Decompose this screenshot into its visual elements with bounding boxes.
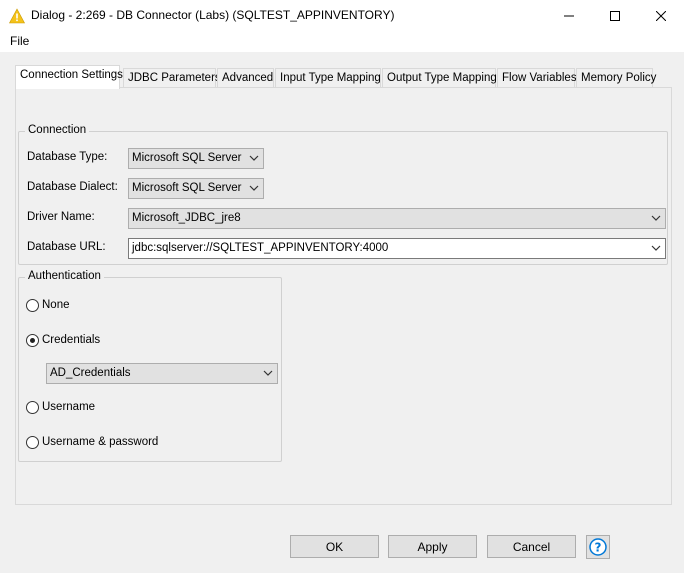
tab-memory-policy[interactable]: Memory Policy bbox=[576, 68, 657, 88]
tab-label: Advanced bbox=[222, 72, 274, 84]
radio-button[interactable] bbox=[26, 400, 39, 414]
window-title: Dialog - 2:269 - DB Connector (Labs) (SQ… bbox=[31, 8, 395, 22]
auth-username-label: Username bbox=[42, 401, 96, 413]
help-question-icon: ? bbox=[589, 538, 607, 556]
database-dialect-label: Database Dialect: bbox=[27, 181, 118, 193]
tab-advanced[interactable]: Advanced bbox=[217, 68, 274, 88]
tab-connection-settings[interactable]: Connection Settings bbox=[15, 65, 123, 89]
menu-bar: File bbox=[0, 32, 684, 52]
connection-group: Connection Database Type: Microsoft SQL … bbox=[18, 124, 668, 265]
minimize-icon bbox=[564, 15, 574, 17]
apply-button[interactable]: Apply bbox=[388, 535, 477, 558]
driver-name-label: Driver Name: bbox=[27, 211, 95, 223]
database-dialect-select[interactable]: Microsoft SQL Server bbox=[128, 178, 264, 199]
radio-button[interactable] bbox=[26, 298, 39, 312]
chevron-down-icon bbox=[249, 155, 259, 161]
cancel-button[interactable]: Cancel bbox=[487, 535, 576, 558]
chevron-down-icon bbox=[651, 245, 661, 251]
svg-text:?: ? bbox=[595, 541, 602, 555]
chevron-down-icon bbox=[263, 370, 273, 376]
tab-label: Connection Settings bbox=[20, 69, 123, 81]
connection-legend: Connection bbox=[25, 124, 90, 136]
help-button[interactable]: ? bbox=[586, 535, 610, 559]
apply-label: Apply bbox=[417, 539, 448, 554]
menu-file[interactable]: File bbox=[10, 34, 29, 48]
close-button[interactable] bbox=[638, 0, 684, 32]
authentication-group: Authentication None Credentials AD_Crede… bbox=[18, 270, 282, 462]
cancel-label: Cancel bbox=[512, 539, 551, 554]
minimize-button[interactable] bbox=[546, 0, 592, 32]
auth-none-label: None bbox=[42, 299, 70, 311]
database-url-label: Database URL: bbox=[27, 241, 106, 253]
auth-username-password-label: Username & password bbox=[42, 436, 159, 448]
chevron-down-icon bbox=[651, 215, 661, 221]
tab-label: Memory Policy bbox=[581, 72, 657, 84]
ok-button[interactable]: OK bbox=[290, 535, 379, 558]
database-type-label: Database Type: bbox=[27, 151, 108, 163]
credentials-select[interactable]: AD_Credentials bbox=[46, 363, 278, 384]
auth-none-radio[interactable]: None bbox=[26, 297, 70, 313]
tab-label: JDBC Parameters bbox=[128, 72, 221, 84]
knime-warning-triangle-icon bbox=[9, 8, 25, 24]
driver-name-value: Microsoft_JDBC_jre8 bbox=[132, 212, 241, 224]
connection-settings-panel: Connection Database Type: Microsoft SQL … bbox=[15, 87, 672, 505]
database-url-value: jdbc:sqlserver://SQLTEST_APPINVENTORY:40… bbox=[132, 242, 389, 254]
tab-input-type-mapping[interactable]: Input Type Mapping bbox=[275, 68, 381, 88]
auth-credentials-label: Credentials bbox=[42, 334, 101, 346]
auth-username-password-radio[interactable]: Username & password bbox=[26, 434, 158, 450]
auth-username-radio[interactable]: Username bbox=[26, 399, 95, 415]
database-dialect-value: Microsoft SQL Server bbox=[132, 182, 242, 194]
database-type-value: Microsoft SQL Server bbox=[132, 152, 242, 164]
auth-credentials-radio[interactable]: Credentials bbox=[26, 332, 100, 348]
tab-jdbc-parameters[interactable]: JDBC Parameters bbox=[123, 68, 221, 88]
maximize-icon bbox=[610, 11, 620, 21]
tab-label: Input Type Mapping bbox=[280, 72, 381, 84]
radio-button[interactable] bbox=[26, 333, 39, 347]
authentication-legend: Authentication bbox=[25, 270, 104, 282]
chevron-down-icon bbox=[249, 185, 259, 191]
tab-label: Output Type Mapping bbox=[387, 72, 497, 84]
driver-name-select[interactable]: Microsoft_JDBC_jre8 bbox=[128, 208, 666, 229]
credentials-value: AD_Credentials bbox=[50, 367, 131, 379]
database-url-combo[interactable]: jdbc:sqlserver://SQLTEST_APPINVENTORY:40… bbox=[128, 238, 666, 259]
tab-flow-variables[interactable]: Flow Variables bbox=[497, 68, 577, 88]
radio-button[interactable] bbox=[26, 435, 39, 449]
title-bar: Dialog - 2:269 - DB Connector (Labs) (SQ… bbox=[0, 0, 684, 32]
maximize-button[interactable] bbox=[592, 0, 638, 32]
tab-output-type-mapping[interactable]: Output Type Mapping bbox=[382, 68, 497, 88]
close-icon bbox=[656, 11, 666, 21]
database-type-select[interactable]: Microsoft SQL Server bbox=[128, 148, 264, 169]
tab-label: Flow Variables bbox=[502, 72, 577, 84]
ok-label: OK bbox=[325, 539, 344, 554]
